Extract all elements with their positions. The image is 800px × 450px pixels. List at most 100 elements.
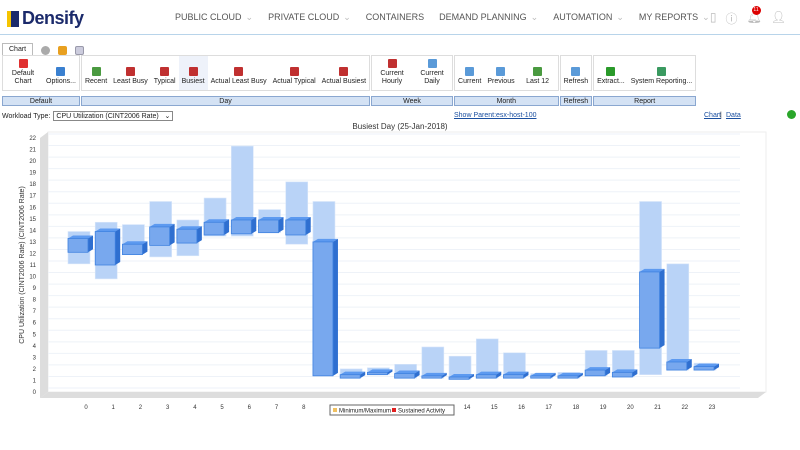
tab-notes-icon[interactable] — [75, 46, 85, 55]
button-icon — [465, 67, 475, 76]
x-tick-label: 5 — [220, 405, 224, 411]
sustained-bar — [448, 376, 470, 380]
y-tick-label: 8 — [33, 298, 37, 304]
nav-item-label: AUTOMATION — [553, 12, 613, 22]
x-tick-label: 7 — [275, 405, 279, 411]
button-label: Refresh — [563, 78, 589, 85]
x-tick-label: 4 — [193, 405, 197, 411]
nav-item-label: MY REPORTS — [638, 12, 699, 22]
y-tick-label: 11 — [30, 263, 37, 269]
ribbon-group-day: Recent Least Busy Typical Busiest Actual Lea… — [80, 55, 371, 108]
sustained-bar — [149, 226, 171, 246]
sustained-bar — [666, 361, 688, 371]
sustained-bar — [285, 219, 307, 236]
tab-chart[interactable]: Chart — [2, 43, 34, 55]
nav-item[interactable]: MY REPORTS ⌄ — [639, 12, 710, 23]
x-tick-label: 18 — [573, 405, 580, 411]
actual-least-busy-button[interactable]: Actual Least Busy — [208, 56, 270, 90]
button-label: Actual Busiest — [321, 78, 367, 85]
default-chart-button[interactable]: Default Chart — [3, 56, 43, 90]
x-tick-label: 0 — [84, 405, 88, 411]
x-tick-label: 22 — [681, 405, 688, 411]
nav-item-label: PUBLIC CLOUD — [175, 12, 242, 22]
ribbon-group-label: Default — [2, 96, 80, 106]
current-daily-button[interactable]: Current Daily — [412, 56, 452, 90]
notifications-icon[interactable]: 🔔︎ 11 — [747, 6, 762, 27]
x-tick-label: 23 — [709, 405, 716, 411]
legend-swatch-sustained — [392, 408, 396, 412]
y-tick-label: 7 — [33, 309, 37, 315]
nav-item[interactable]: PRIVATE CLOUD ⌄ — [268, 12, 351, 23]
sustained-bar — [394, 373, 416, 379]
sustained-bar — [366, 371, 388, 376]
options-button[interactable]: Options... — [43, 56, 79, 90]
system-reporting-button[interactable]: System Reporting... — [628, 56, 695, 90]
actual-typical-button[interactable]: Actual Typical — [270, 56, 319, 90]
export-icon[interactable]: ▯ — [710, 10, 717, 27]
min-max-bar — [666, 263, 690, 371]
help-icon[interactable]: ⓘ — [726, 10, 738, 27]
refresh-button[interactable]: Refresh — [561, 56, 592, 90]
typical-button[interactable]: Typical — [151, 56, 179, 90]
button-icon — [18, 59, 28, 68]
legend-swatch-min-max — [333, 408, 337, 412]
x-tick-label: 21 — [654, 405, 661, 411]
button-label: Default Chart — [11, 70, 35, 85]
actual-busiest-button[interactable]: Actual Busiest — [319, 56, 369, 90]
y-tick-label: 22 — [29, 136, 36, 142]
sustained-bar — [584, 369, 606, 377]
logo-mark-icon — [7, 10, 19, 27]
current-button[interactable]: Current — [455, 56, 484, 90]
tab-folder-icon[interactable] — [58, 46, 68, 55]
nav-item[interactable]: AUTOMATION ⌄ — [553, 12, 624, 23]
x-tick-label: 8 — [302, 405, 306, 411]
extract-button[interactable]: Extract... — [594, 56, 628, 90]
x-tick-label: 3 — [166, 405, 170, 411]
sustained-bar-side — [169, 223, 175, 246]
legend-label-sustained: Sustained Activity — [398, 409, 445, 415]
sustained-bar-side — [115, 228, 121, 265]
least-busy-button[interactable]: Least Busy — [110, 56, 151, 90]
sustained-bar — [339, 374, 361, 379]
sustained-bar — [258, 219, 279, 234]
button-icon — [606, 67, 616, 76]
recent-button[interactable]: Recent — [82, 56, 110, 90]
previous-button[interactable]: Previous — [484, 56, 517, 90]
ribbon-group-report: Extract... System Reporting... Report — [593, 55, 697, 108]
y-tick-label: 15 — [29, 217, 36, 223]
legend-label-min-max: Minimum/Maximum — [339, 409, 391, 415]
user-icon[interactable]: 👤︎ — [771, 10, 786, 27]
button-label: Current Hourly — [380, 70, 404, 85]
nav-item[interactable]: DEMAND PLANNING ⌄ — [439, 12, 538, 23]
button-icon — [571, 67, 581, 76]
tab-globe-icon[interactable] — [41, 46, 51, 55]
current-hourly-button[interactable]: Current Hourly — [372, 56, 412, 90]
nav-item[interactable]: PUBLIC CLOUD ⌄ — [175, 12, 253, 23]
sustained-bar — [203, 221, 225, 236]
nav-item[interactable]: CONTAINERS — [366, 12, 424, 23]
last-12-button[interactable]: Last 12 — [518, 56, 558, 90]
densify-logo[interactable]: Densify — [7, 8, 84, 29]
ribbon-group-label: Week — [371, 96, 454, 106]
button-label: Previous — [487, 78, 515, 85]
sustained-bar — [312, 241, 334, 377]
logo-text: Densify — [22, 8, 84, 28]
sustained-bar — [421, 375, 443, 379]
sustained-bar — [557, 375, 579, 379]
x-tick-label: 19 — [600, 405, 607, 411]
sustained-bar — [67, 238, 89, 253]
chevron-down-icon: ⌄ — [245, 12, 254, 22]
ribbon-group-month: Current Previous Last 12 Month — [454, 55, 559, 108]
button-icon — [339, 67, 349, 76]
button-icon — [387, 59, 397, 68]
busiest-day-chart: 012345678910111213141516171819202122Busi… — [19, 122, 767, 416]
y-tick-label: 0 — [33, 390, 37, 396]
y-axis-label: CPU Utilization (CINT2006 Rate) (CINT200… — [19, 186, 26, 344]
y-tick-label: 3 — [33, 355, 37, 361]
button-icon — [234, 67, 244, 76]
notification-badge: 11 — [751, 6, 761, 15]
busiest-button[interactable]: Busiest — [178, 56, 208, 90]
ribbon-group-label: Refresh — [559, 96, 593, 106]
button-label: Least Busy — [113, 78, 148, 85]
sustained-bar-side — [659, 268, 665, 349]
